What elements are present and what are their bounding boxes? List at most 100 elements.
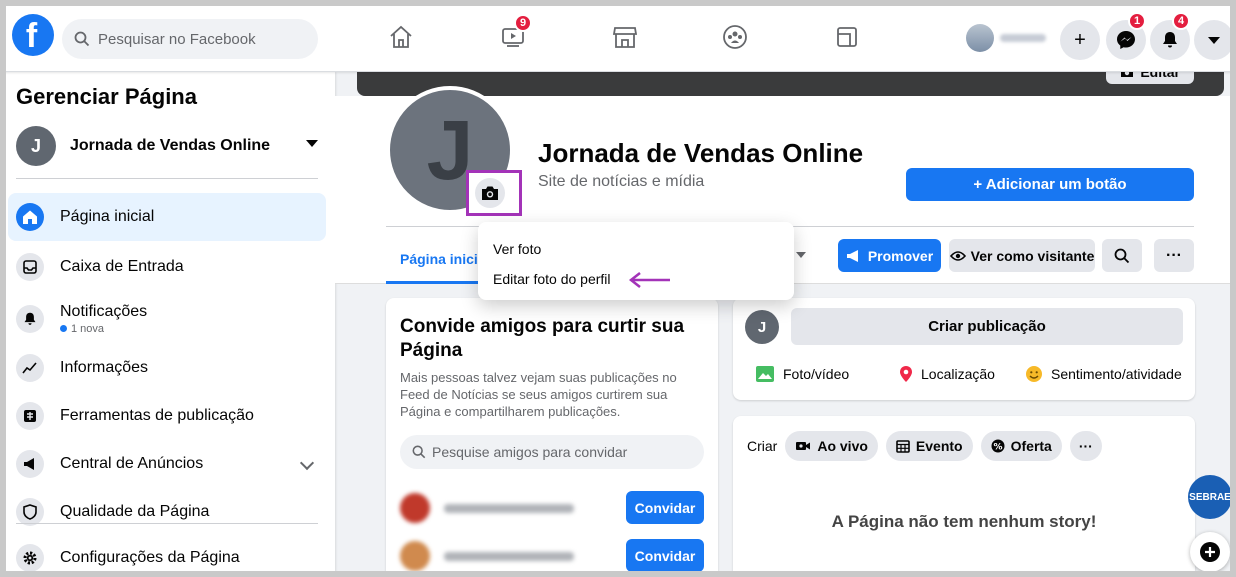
invite-card-text: Mais pessoas talvez vejam suas publicaçõ… [400,370,677,419]
messenger-icon [1117,31,1135,49]
sidebar-item-inbox[interactable]: Caixa de Entrada [8,243,326,291]
photo-icon [756,366,774,382]
publishing-tools-icon [16,402,44,430]
divider [16,523,318,524]
view-as-visitor-button[interactable]: Ver como visitante [949,239,1095,272]
facebook-logo-icon[interactable]: f [12,14,54,56]
sidebar-item-ad-center[interactable]: Central de Anúncios [8,440,326,488]
messenger-badge: 1 [1128,12,1146,30]
add-button[interactable]: + Adicionar um botão [906,168,1194,201]
create-story-card: Criar Ao vivo Evento % Oferta ··· A Pági… [733,416,1195,577]
top-navigation-bar: f Pesquisar no Facebook 9 + 1 4 [0,0,1236,72]
page-selector[interactable]: J Jornada de Vendas Online [16,124,320,168]
sidebar-item-label: Notificações [60,303,148,320]
sidebar-item-home[interactable]: Página inicial [8,193,326,241]
sidebar-item-publishing-tools[interactable]: Ferramentas de publicação [8,392,326,440]
search-icon [412,445,426,459]
home-icon[interactable] [386,22,416,52]
sidebar-item-label: Ferramentas de publicação [60,407,254,424]
eye-icon [949,250,966,261]
watch-video-icon[interactable]: 9 [498,14,532,52]
promote-button[interactable]: Promover [838,239,941,272]
gaming-icon[interactable] [832,22,862,52]
caret-down-icon [1208,36,1220,44]
location-button[interactable]: Localização [899,365,995,383]
megaphone-icon [16,450,44,478]
caret-down-icon [306,140,318,147]
offer-tag-icon: % [991,439,1005,453]
home-icon [16,203,44,231]
sidebar-item-label: Caixa de Entrada [60,258,184,275]
marketplace-icon[interactable] [610,22,640,52]
invite-card-title: Convide amigos para curtir sua Página [400,316,685,361]
notifications-badge: 4 [1172,12,1190,30]
divider [16,178,318,179]
invite-button[interactable]: Convidar [626,491,704,524]
video-badge: 9 [514,14,532,32]
sidebar-item-label: Informações [60,359,149,376]
messenger-button[interactable]: 1 [1106,12,1146,60]
gear-icon [16,544,44,572]
shield-icon [16,498,44,526]
sidebar-item-label: Qualidade da Página [60,503,210,520]
list-item: Convidar [400,539,704,573]
new-message-button[interactable] [1190,532,1230,572]
event-button[interactable]: Evento [885,431,973,461]
search-bar[interactable]: Pesquisar no Facebook [62,19,318,59]
invite-search-input[interactable]: Pesquise amigos para convidar [400,435,704,469]
offer-button[interactable]: % Oferta [980,431,1062,461]
sidebar-item-label: Página inicial [60,208,155,225]
arrow-left-icon [628,272,670,288]
blurred-user-name [1000,34,1046,42]
megaphone-icon [846,249,858,262]
create-button[interactable]: + [1060,20,1100,60]
list-item: Convidar [400,491,704,525]
svg-text:%: % [993,442,1002,452]
avatar [966,24,994,52]
more-create-options-button[interactable]: ··· [1069,431,1102,461]
account-menu-button[interactable] [1194,20,1234,60]
more-options-button[interactable]: ··· [1154,239,1194,272]
tab-home[interactable]: Página inicial [386,236,482,284]
sidebar-item-insights[interactable]: Informações [8,344,326,392]
search-placeholder: Pesquisar no Facebook [98,30,256,48]
sidebar-item-page-quality[interactable]: Qualidade da Página [8,488,326,536]
live-button[interactable]: Ao vivo [785,431,878,461]
avatar: J [745,310,779,344]
plus-circle-icon [1200,542,1220,562]
chevron-down-icon [299,455,315,471]
invite-friends-card: Convide amigos para curtir sua Página Ma… [386,298,718,577]
notifications-button[interactable]: 4 [1150,12,1190,60]
bell-icon [1163,32,1177,48]
camera-highlight-box [466,170,522,216]
create-post-input[interactable]: Criar publicação [791,308,1183,345]
more-tabs-caret-icon[interactable] [796,252,806,258]
inbox-icon [16,253,44,281]
update-profile-photo-button[interactable] [475,178,505,208]
search-icon [74,31,90,47]
camera-icon [482,186,498,200]
page-title: Jornada de Vendas Online [538,138,864,168]
page-selector-name: Jornada de Vendas Online [70,137,271,154]
groups-icon[interactable] [720,22,750,52]
sidebar-item-page-settings[interactable]: Configurações da Página [8,534,326,577]
bell-icon [16,305,44,333]
live-video-icon [796,442,811,450]
sebrae-badge[interactable]: SEBRAE [1188,475,1232,519]
invite-button[interactable]: Convidar [626,539,704,572]
notification-count: 1 nova [60,323,147,335]
sidebar-item-label: Central de Anúncios [60,455,204,472]
no-story-message: A Página não tem nenhum story! [831,512,1097,531]
search-page-button[interactable] [1102,239,1142,272]
profile-chip[interactable] [966,24,1046,52]
page-avatar: J [16,126,56,166]
blurred-friend-name [444,551,574,561]
photo-video-button[interactable]: Foto/vídeo [755,365,849,383]
sidebar-title: Gerenciar Página [16,84,197,109]
avatar [400,493,430,523]
blurred-friend-name [444,503,574,513]
page-category: Site de notícias e mídia [538,173,705,190]
feeling-activity-button[interactable]: Sentimento/atividade [1025,365,1182,383]
sidebar-item-notifications[interactable]: Notificações 1 nova [8,295,326,343]
menu-item-view-photo[interactable]: Ver foto [478,234,794,264]
